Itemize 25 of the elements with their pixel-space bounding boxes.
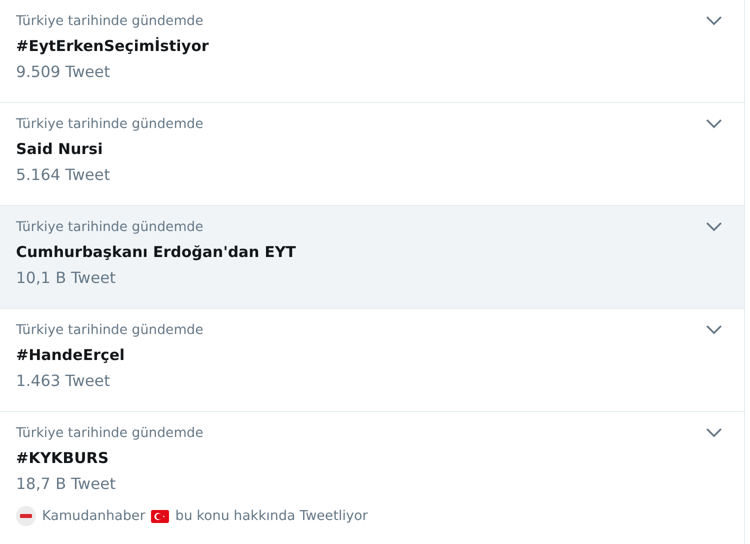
trend-title: #EytErkenSeçimİstiyor: [16, 36, 209, 57]
trend-context: Türkiye tarihinde gündemde: [16, 219, 204, 237]
trend-title: Cumhurbaşkanı Erdoğan'dan EYT: [16, 242, 296, 263]
tweeting-note: bu konu hakkında Tweetliyor: [175, 508, 368, 524]
chevron-down-icon[interactable]: [706, 222, 722, 232]
avatar-icon: [16, 506, 36, 526]
trend-context: Türkiye tarihinde gündemde: [16, 13, 204, 31]
chevron-down-icon[interactable]: [706, 325, 722, 335]
tweet-count: 5.164 Tweet: [16, 165, 112, 186]
author-name[interactable]: Kamudanhaber: [42, 508, 146, 524]
trend-title: Said Nursi: [16, 139, 104, 160]
chevron-down-icon[interactable]: [706, 16, 722, 26]
chevron-down-icon[interactable]: [706, 428, 722, 438]
trend-item[interactable]: Türkiye tarihinde gündemde Cumhurbaşkanı Erdoğan'dan EYT 10,1 B Tweet: [0, 206, 744, 309]
chevron-down-icon[interactable]: [706, 119, 722, 129]
tweet-count: 18,7 B Tweet: [16, 474, 117, 495]
tweet-count: 1.463 Tweet: [16, 371, 112, 392]
tweet-count: 9.509 Tweet: [16, 62, 112, 83]
trend-title: #HandeErçel: [16, 345, 126, 366]
trend-context: Türkiye tarihinde gündemde: [16, 425, 204, 443]
trend-title: #KYKBURS: [16, 448, 110, 469]
trend-context: Türkiye tarihinde gündemde: [16, 322, 204, 340]
tweet-count: 10,1 B Tweet: [16, 268, 117, 289]
trend-context: Türkiye tarihinde gündemde: [16, 116, 204, 134]
flag-icon: [151, 510, 170, 522]
